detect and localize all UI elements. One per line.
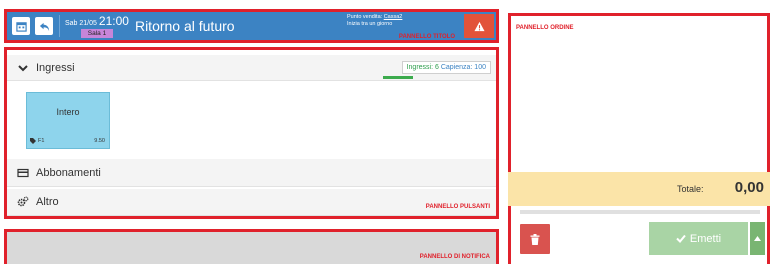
show-date: Sab 21/05 (65, 20, 97, 27)
show-datetime: Sab 21/05 21:00 Sala 1 (65, 14, 129, 38)
ticket-tile-label: Intero (56, 107, 80, 117)
annotation-buttons-panel: PANNELLO PULSANTI (425, 204, 490, 210)
buttons-panel: Ingressi Ingressi: 6 Capienza: 100 Inter… (4, 47, 499, 219)
delete-order-button[interactable] (520, 224, 550, 254)
sala-badge: Sala 1 (80, 29, 114, 38)
calendar-button[interactable] (12, 17, 30, 35)
section-ingressi-label: Ingressi (36, 61, 75, 74)
capacity-bar (383, 76, 413, 79)
annotation-order-panel: PANNELLO ORDINE (516, 25, 574, 31)
order-progress-track (520, 210, 760, 214)
check-icon (676, 234, 686, 243)
capacity-badge: Ingressi: 6 Capienza: 100 (401, 61, 491, 74)
title-separator (59, 15, 60, 37)
section-ingressi-header[interactable]: Ingressi Ingressi: 6 Capienza: 100 (7, 55, 496, 81)
ingressi-count: Ingressi: 6 (406, 64, 439, 71)
punto-vendita-label: Punto vendita: (347, 14, 383, 20)
show-time: 21:00 (98, 14, 129, 28)
capienza-count: Capienza: 100 (440, 64, 486, 71)
ticket-tile-tag: F1 (30, 138, 44, 144)
back-button[interactable] (35, 17, 53, 35)
tag-icon (30, 138, 36, 144)
warning-icon (473, 21, 485, 31)
emetti-dropdown-button[interactable] (750, 222, 765, 255)
annotation-notify-panel: PANNELLO DI NOTIFICA (419, 254, 490, 260)
emetti-label: Emetti (689, 232, 722, 245)
calendar-icon (15, 21, 27, 32)
credit-card-icon (17, 168, 29, 177)
chevron-down-icon (18, 64, 28, 71)
punto-vendita-link[interactable]: Cassa2 (384, 14, 403, 20)
undo-arrow-icon (39, 22, 49, 31)
annotation-title-panel: PANNELLO TITOLO (398, 34, 455, 40)
trash-icon (530, 233, 540, 245)
ticket-tile-price: 9.50 (94, 138, 105, 144)
gears-icon (17, 196, 29, 207)
section-altro-header[interactable]: Altro (7, 189, 496, 216)
punto-vendita-info: Punto vendita: Cassa2 Inizia tra un gior… (347, 14, 459, 40)
ticket-tile-tag-label: F1 (38, 138, 45, 144)
total-value: 0,00 (734, 179, 764, 196)
movie-title: Ritorno al futuro (134, 18, 235, 34)
start-info: Inizia tra un giorno (347, 20, 393, 27)
warning-button[interactable] (464, 14, 494, 38)
total-label: Totale: (677, 184, 704, 194)
ticket-tile-intero[interactable]: Intero F1 9.50 (26, 92, 110, 149)
order-panel: PANNELLO ORDINE Totale: 0,00 Emetti (508, 13, 770, 264)
emetti-button[interactable]: Emetti (649, 222, 748, 255)
caret-up-icon (754, 236, 761, 241)
section-abbonamenti-label: Abbonamenti (36, 166, 101, 179)
notify-panel: PANNELLO DI NOTIFICA (4, 229, 499, 264)
total-row: Totale: 0,00 (508, 172, 770, 206)
section-abbonamenti-header[interactable]: Abbonamenti (7, 159, 496, 187)
title-panel: Sab 21/05 21:00 Sala 1 Ritorno al futuro… (4, 9, 499, 43)
section-altro-label: Altro (36, 196, 59, 208)
